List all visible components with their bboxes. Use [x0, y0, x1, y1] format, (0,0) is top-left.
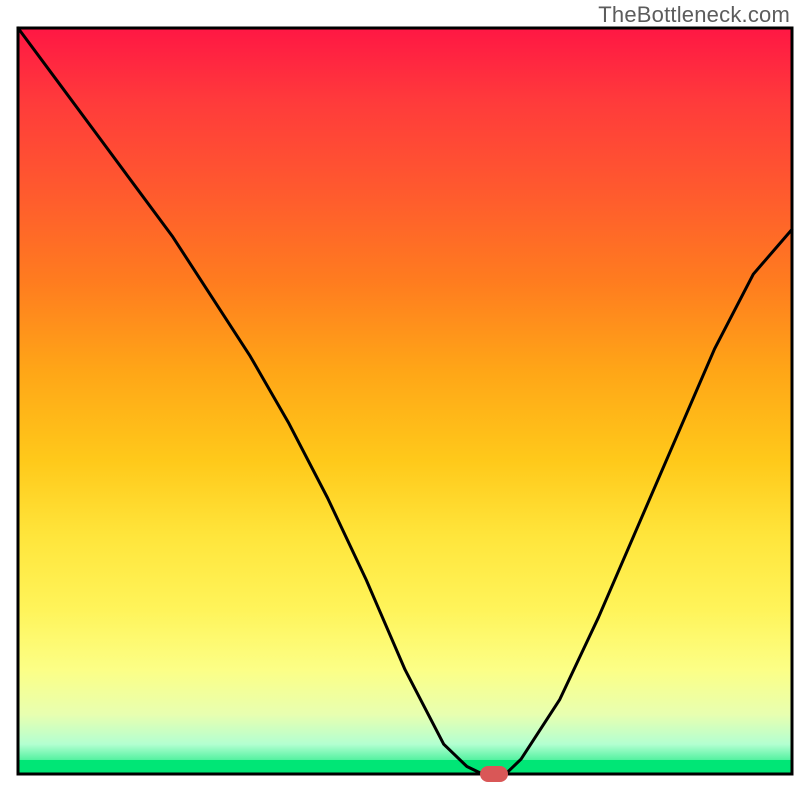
- plot-area: [18, 28, 792, 782]
- bottleneck-chart: [0, 0, 800, 800]
- chart-container: TheBottleneck.com: [0, 0, 800, 800]
- green-band: [18, 760, 792, 774]
- watermark-label: TheBottleneck.com: [598, 2, 790, 28]
- gradient-background: [18, 28, 792, 774]
- minimum-marker: [480, 766, 508, 782]
